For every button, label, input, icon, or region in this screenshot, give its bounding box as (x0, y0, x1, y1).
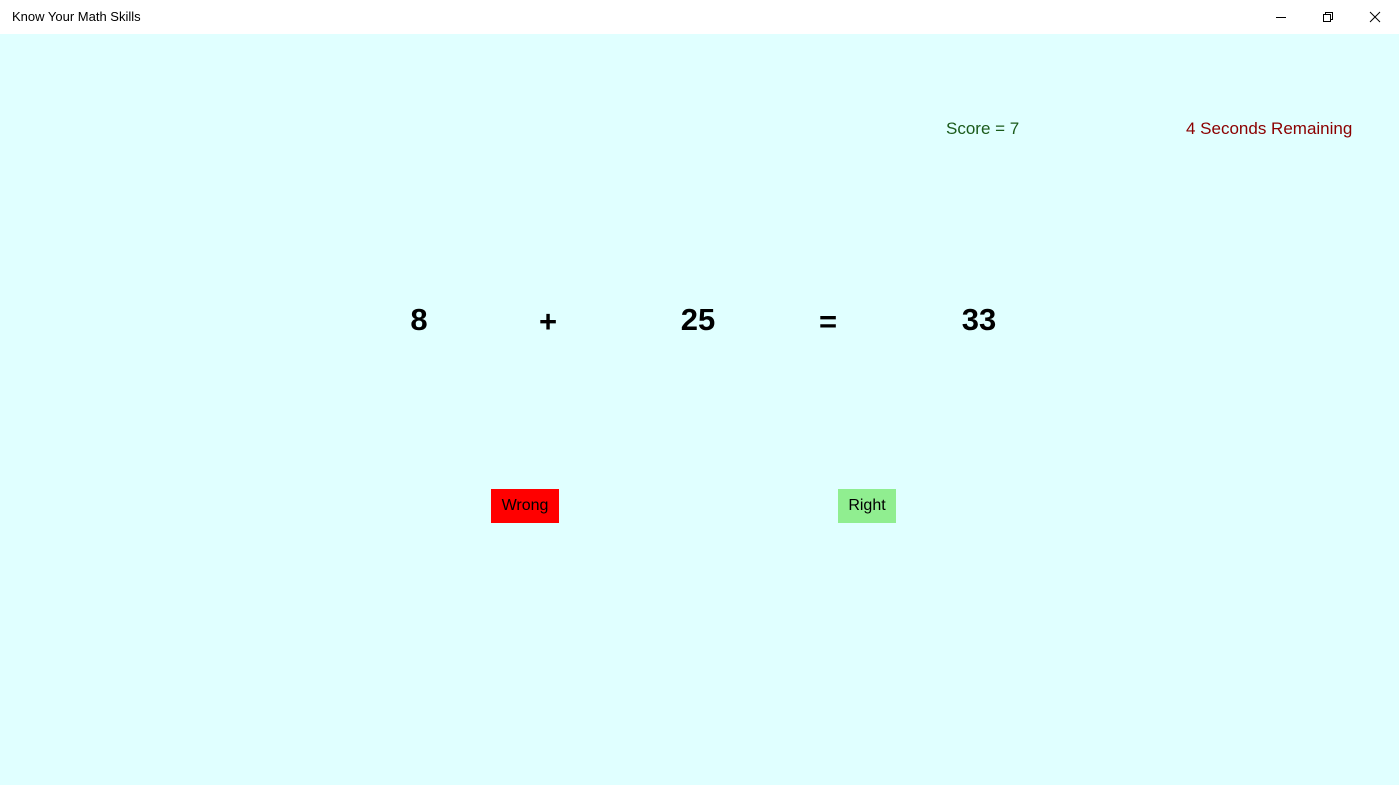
equals-sign: = (818, 304, 838, 339)
title-bar[interactable]: Know Your Math Skills (0, 0, 1399, 34)
close-icon (1369, 11, 1381, 23)
proposed-result: 33 (961, 302, 997, 337)
minimize-icon (1276, 17, 1286, 18)
operand-a: 8 (410, 302, 428, 337)
right-button[interactable]: Right (838, 489, 896, 523)
operator-sign: + (538, 304, 558, 339)
app-title: Know Your Math Skills (12, 9, 141, 24)
operand-b: 25 (680, 302, 716, 337)
close-button[interactable] (1352, 0, 1398, 34)
wrong-button[interactable]: Wrong (491, 489, 559, 523)
minimize-button[interactable] (1258, 0, 1304, 34)
restore-icon (1323, 12, 1333, 22)
game-area: Score = 7 4 Seconds Remaining 8 + 25 = 3… (0, 34, 1399, 785)
restore-button[interactable] (1305, 0, 1351, 34)
app-window: Know Your Math Skills Score = 7 4 Second… (0, 0, 1399, 787)
score-label: Score = 7 (946, 119, 1020, 138)
timer-label: 4 Seconds Remaining (1186, 119, 1353, 138)
